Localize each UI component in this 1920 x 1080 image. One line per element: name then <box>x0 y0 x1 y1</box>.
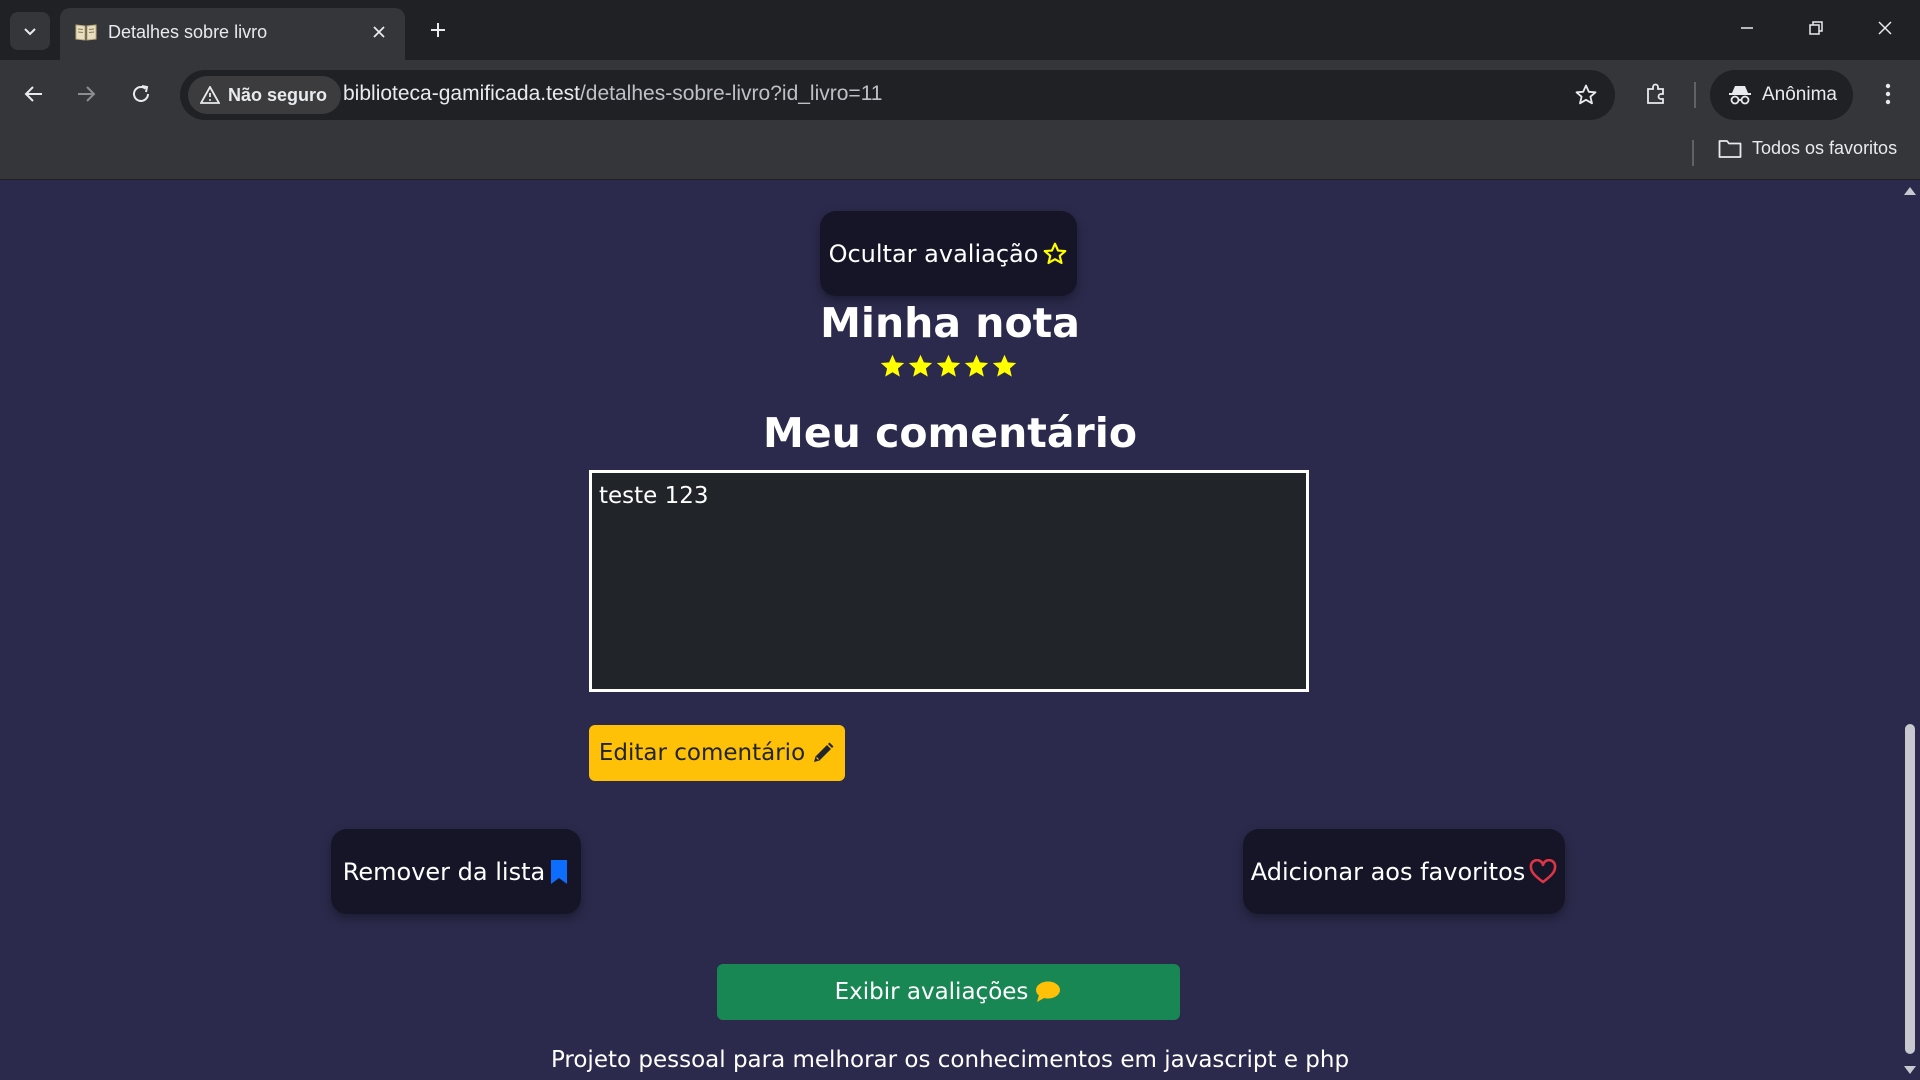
scroll-thumb[interactable] <box>1905 724 1915 1054</box>
hide-rating-button[interactable]: Ocultar avaliação <box>820 211 1077 296</box>
star-filled-icon[interactable] <box>991 353 1018 380</box>
rating-stars <box>878 353 1018 383</box>
browser-tab-bar: Detalhes sobre livro <box>0 0 1920 60</box>
browser-toolbar: Não seguro biblioteca-gamificada.test/de… <box>0 60 1920 128</box>
tab-search-button[interactable] <box>10 12 50 50</box>
plus-icon <box>431 23 445 37</box>
folder-icon <box>1718 139 1742 158</box>
star-filled-icon[interactable] <box>935 353 962 380</box>
bookmarks-separator <box>1692 140 1694 166</box>
url-text[interactable]: biblioteca-gamificada.test/detalhes-sobr… <box>343 82 883 106</box>
scroll-up-arrow[interactable] <box>1904 187 1916 195</box>
restore-icon <box>1809 21 1823 35</box>
show-reviews-button[interactable]: Exibir avaliações <box>717 964 1180 1020</box>
reload-button[interactable] <box>121 74 161 114</box>
profile-label: Anônima <box>1762 84 1837 105</box>
comment-textarea[interactable]: teste 123 <box>589 470 1309 692</box>
remove-from-list-label: Remover da lista <box>342 857 546 886</box>
restore-button[interactable] <box>1791 8 1841 48</box>
security-indicator[interactable]: Não seguro <box>188 76 342 114</box>
edit-comment-button[interactable]: Editar comentário <box>589 725 845 781</box>
edit-comment-label: Editar comentário <box>598 740 806 766</box>
star-outline-icon <box>1044 242 1067 264</box>
star-filled-icon[interactable] <box>907 353 934 380</box>
my-rating-title: Minha nota <box>820 299 1080 347</box>
address-bar[interactable]: Não seguro biblioteca-gamificada.test/de… <box>180 70 1615 120</box>
minimize-button[interactable] <box>1722 8 1772 48</box>
all-bookmarks-button[interactable]: Todos os favoritos <box>1718 138 1897 159</box>
arrow-right-icon <box>78 86 96 102</box>
page-scrollbar[interactable] <box>1900 181 1920 1080</box>
book-icon <box>75 24 97 41</box>
bookmark-page-button[interactable] <box>1571 80 1601 110</box>
close-window-button[interactable] <box>1860 8 1910 48</box>
incognito-icon <box>1729 86 1751 105</box>
forward-button[interactable] <box>66 74 106 114</box>
url-host: biblioteca-gamificada.test <box>343 82 580 105</box>
reload-icon <box>133 85 149 102</box>
my-comment-title: Meu comentário <box>763 409 1137 457</box>
close-icon <box>373 26 385 38</box>
security-label: Não seguro <box>228 84 328 105</box>
star-filled-icon[interactable] <box>963 353 990 380</box>
remove-from-list-button[interactable]: Remover da lista <box>331 829 581 914</box>
back-button[interactable] <box>14 74 54 114</box>
tab-close-button[interactable] <box>365 18 393 46</box>
url-path: /detalhes-sobre-livro?id_livro=11 <box>579 82 883 105</box>
heart-outline-icon <box>1529 858 1557 883</box>
close-icon <box>1878 21 1892 35</box>
show-reviews-label: Exibir avaliações <box>834 979 1029 1005</box>
puzzle-icon <box>1647 83 1664 104</box>
scroll-down-arrow[interactable] <box>1904 1066 1916 1074</box>
chat-bubble-icon <box>1036 981 1061 1002</box>
star-outline-icon <box>1575 84 1597 105</box>
bookmark-icon <box>551 859 568 884</box>
new-tab-button[interactable] <box>420 12 456 48</box>
add-to-favorites-label: Adicionar aos favoritos <box>1250 857 1526 886</box>
add-to-favorites-button[interactable]: Adicionar aos favoritos <box>1243 829 1565 914</box>
browser-menu-button[interactable] <box>1870 76 1906 112</box>
bookmarks-bar: Todos os favoritos <box>0 128 1920 180</box>
footer-text: Projeto pessoal para melhorar os conheci… <box>550 1047 1350 1073</box>
toolbar-separator <box>1694 82 1696 108</box>
star-filled-icon[interactable] <box>879 353 906 380</box>
profile-button[interactable]: Anônima <box>1710 70 1853 120</box>
page-content: Ocultar avaliação Minha nota Meu comentá… <box>0 181 1900 1080</box>
hide-rating-label: Ocultar avaliação <box>828 239 1039 268</box>
browser-tab[interactable]: Detalhes sobre livro <box>60 8 405 60</box>
extensions-button[interactable] <box>1638 76 1674 112</box>
tab-title: Detalhes sobre livro <box>108 22 268 42</box>
minimize-icon <box>1741 27 1753 29</box>
chevron-down-icon <box>24 28 36 36</box>
more-vertical-icon <box>1885 83 1891 105</box>
all-bookmarks-label: Todos os favoritos <box>1752 138 1898 158</box>
warning-icon <box>200 86 220 104</box>
pencil-icon <box>814 742 834 762</box>
arrow-left-icon <box>24 86 42 102</box>
